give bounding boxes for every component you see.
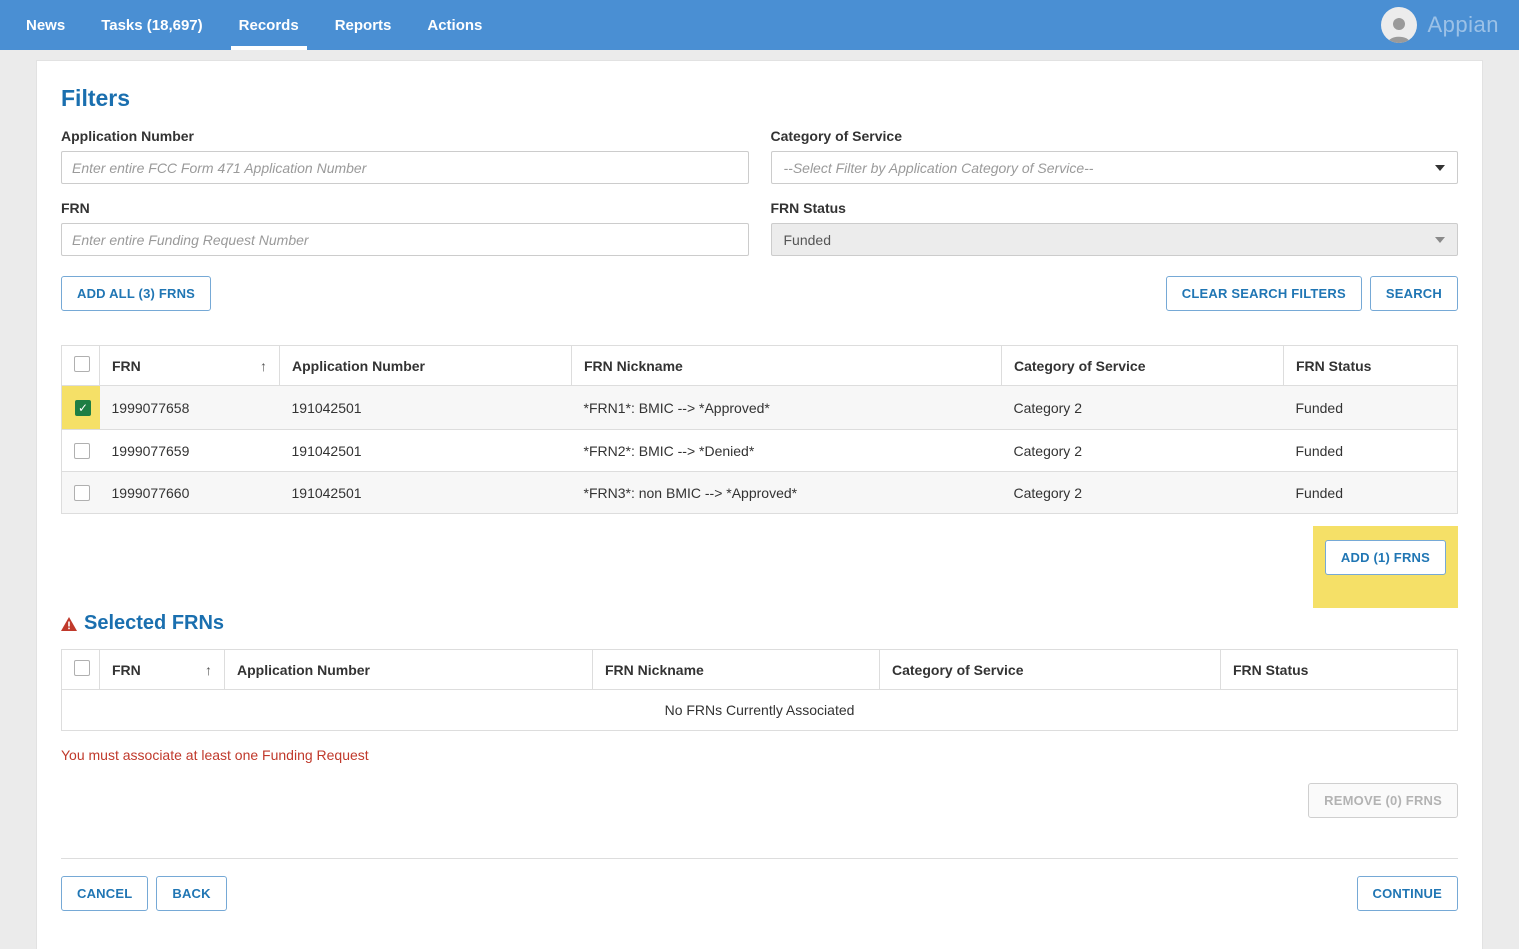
selected-column-frn[interactable]: FRN ↑: [100, 650, 225, 690]
selected-column-category[interactable]: Category of Service: [880, 650, 1221, 690]
results-column-frn[interactable]: FRN ↑: [100, 346, 280, 386]
clear-search-filters-button[interactable]: CLEAR SEARCH FILTERS: [1166, 276, 1362, 311]
frn-status-select[interactable]: Funded: [771, 223, 1459, 256]
application-number-field-group: Application Number: [61, 128, 749, 184]
frn-cell: 1999077658: [100, 386, 280, 430]
application-number-cell: 191042501: [280, 430, 572, 472]
nav-item-records[interactable]: Records: [221, 0, 317, 50]
frn-status-label: FRN Status: [771, 200, 1459, 216]
footer-actions: CANCEL BACK CONTINUE: [61, 859, 1458, 927]
results-column-status[interactable]: FRN Status: [1284, 346, 1458, 386]
nav-item-actions[interactable]: Actions: [409, 0, 500, 50]
checkbox-highlight: ✓: [62, 386, 100, 430]
category-of-service-value: --Select Filter by Application Category …: [784, 160, 1094, 176]
application-number-label: Application Number: [61, 128, 749, 144]
add-frns-button[interactable]: ADD (1) FRNS: [1325, 540, 1446, 575]
results-header-row: FRN ↑ Application Number FRN Nickname Ca…: [62, 346, 1458, 386]
row-checkbox[interactable]: ✓: [75, 400, 91, 416]
add-frns-highlight: ADD (1) FRNS: [1313, 526, 1458, 608]
warning-triangle-icon: [61, 617, 77, 631]
frn-input[interactable]: [61, 223, 749, 256]
status-cell: Funded: [1284, 472, 1458, 514]
cancel-button[interactable]: CANCEL: [61, 876, 148, 911]
category-of-service-field-group: Category of Service --Select Filter by A…: [771, 128, 1459, 184]
remove-frns-row: REMOVE (0) FRNS: [61, 783, 1458, 818]
results-column-category[interactable]: Category of Service: [1002, 346, 1284, 386]
row-checkbox[interactable]: ✓: [74, 485, 90, 501]
back-button[interactable]: BACK: [156, 876, 226, 911]
add-all-frns-button[interactable]: ADD ALL (3) FRNS: [61, 276, 211, 311]
table-row: ✓ 1999077660 191042501 *FRN3*: non BMIC …: [62, 472, 1458, 514]
selected-column-status[interactable]: FRN Status: [1221, 650, 1458, 690]
selected-column-nickname[interactable]: FRN Nickname: [593, 650, 880, 690]
nav-item-tasks[interactable]: Tasks (18,697): [83, 0, 220, 50]
user-avatar[interactable]: [1381, 7, 1417, 43]
category-cell: Category 2: [1002, 386, 1284, 430]
selected-header-row: FRN ↑ Application Number FRN Nickname Ca…: [62, 650, 1458, 690]
results-column-nickname[interactable]: FRN Nickname: [572, 346, 1002, 386]
category-of-service-select[interactable]: --Select Filter by Application Category …: [771, 151, 1459, 184]
frn-cell: 1999077659: [100, 430, 280, 472]
person-icon: [1384, 13, 1414, 43]
empty-state-row: No FRNs Currently Associated: [62, 690, 1458, 731]
selected-column-application-number[interactable]: Application Number: [225, 650, 593, 690]
selected-frns-table: FRN ↑ Application Number FRN Nickname Ca…: [61, 649, 1458, 731]
empty-state-message: No FRNs Currently Associated: [62, 690, 1458, 731]
nav-item-news[interactable]: News: [8, 0, 83, 50]
validation-message: You must associate at least one Funding …: [61, 747, 1458, 763]
category-cell: Category 2: [1002, 430, 1284, 472]
column-label: FRN: [112, 662, 141, 678]
table-row: ✓ 1999077658 191042501 *FRN1*: BMIC --> …: [62, 386, 1458, 430]
continue-button[interactable]: CONTINUE: [1357, 876, 1459, 911]
nickname-cell: *FRN2*: BMIC --> *Denied*: [572, 430, 1002, 472]
nav-item-reports[interactable]: Reports: [317, 0, 410, 50]
column-label: FRN: [112, 358, 141, 374]
sort-asc-icon[interactable]: ↑: [260, 358, 267, 374]
status-cell: Funded: [1284, 430, 1458, 472]
search-button[interactable]: SEARCH: [1370, 276, 1458, 311]
selected-frns-heading: Selected FRNs: [61, 612, 1458, 635]
chevron-down-icon: [1435, 237, 1445, 243]
results-column-application-number[interactable]: Application Number: [280, 346, 572, 386]
remove-frns-button[interactable]: REMOVE (0) FRNS: [1308, 783, 1458, 818]
frn-status-value: Funded: [784, 232, 831, 248]
frn-label: FRN: [61, 200, 749, 216]
status-cell: Funded: [1284, 386, 1458, 430]
application-number-cell: 191042501: [280, 472, 572, 514]
select-all-checkbox[interactable]: [74, 660, 90, 676]
chevron-down-icon: [1435, 165, 1445, 171]
frn-field-group: FRN: [61, 200, 749, 256]
nickname-cell: *FRN1*: BMIC --> *Approved*: [572, 386, 1002, 430]
filter-actions-row: ADD ALL (3) FRNS CLEAR SEARCH FILTERS SE…: [61, 276, 1458, 311]
select-all-checkbox[interactable]: [74, 356, 90, 372]
filters-heading: Filters: [61, 85, 1458, 112]
table-row: ✓ 1999077659 191042501 *FRN2*: BMIC --> …: [62, 430, 1458, 472]
top-navigation: News Tasks (18,697) Records Reports Acti…: [0, 0, 1519, 50]
content-card: Filters Application Number Category of S…: [36, 60, 1483, 949]
filters-form: Application Number Category of Service -…: [61, 128, 1458, 256]
frn-results-table: FRN ↑ Application Number FRN Nickname Ca…: [61, 345, 1458, 514]
selected-frns-title: Selected FRNs: [84, 612, 224, 635]
frn-cell: 1999077660: [100, 472, 280, 514]
category-of-service-label: Category of Service: [771, 128, 1459, 144]
category-cell: Category 2: [1002, 472, 1284, 514]
row-checkbox[interactable]: ✓: [74, 443, 90, 459]
add-frns-row: ADD (1) FRNS: [61, 526, 1458, 608]
sort-asc-icon[interactable]: ↑: [205, 662, 212, 678]
nickname-cell: *FRN3*: non BMIC --> *Approved*: [572, 472, 1002, 514]
frn-status-field-group: FRN Status Funded: [771, 200, 1459, 256]
application-number-cell: 191042501: [280, 386, 572, 430]
appian-logo: Appian: [1427, 12, 1499, 38]
application-number-input[interactable]: [61, 151, 749, 184]
